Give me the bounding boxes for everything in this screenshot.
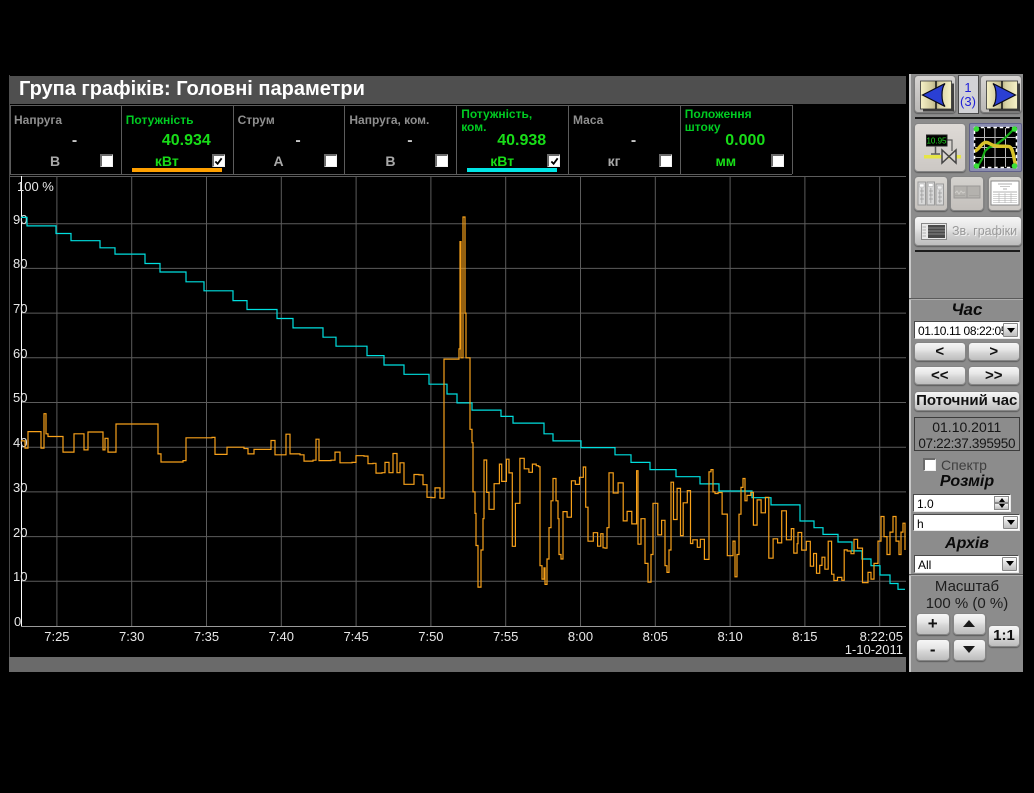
svg-text:10.95: 10.95 xyxy=(926,137,947,146)
svg-text:7:55: 7:55 xyxy=(493,629,518,644)
svg-text:7:35: 7:35 xyxy=(194,629,219,644)
svg-text:90: 90 xyxy=(13,212,27,227)
svg-text:7:45: 7:45 xyxy=(343,629,368,644)
svg-text:8:05: 8:05 xyxy=(643,629,668,644)
svg-text:1-10-2011: 1-10-2011 xyxy=(845,642,903,657)
svg-text:80: 80 xyxy=(13,256,27,271)
svg-text:8:10: 8:10 xyxy=(717,629,742,644)
svg-text:7:50: 7:50 xyxy=(418,629,443,644)
svg-text:60: 60 xyxy=(13,346,27,361)
svg-text:10: 10 xyxy=(13,569,27,584)
svg-text:30: 30 xyxy=(13,480,27,495)
svg-text:8:15: 8:15 xyxy=(792,629,817,644)
svg-text:7:40: 7:40 xyxy=(269,629,294,644)
svg-text:50: 50 xyxy=(13,390,27,405)
svg-text:8:00: 8:00 xyxy=(568,629,593,644)
svg-text:7:25: 7:25 xyxy=(44,629,69,644)
svg-text:7:30: 7:30 xyxy=(119,629,144,644)
svg-text:0: 0 xyxy=(14,614,21,629)
svg-text:20: 20 xyxy=(13,525,27,540)
svg-text:70: 70 xyxy=(13,301,27,316)
svg-text:100 %: 100 % xyxy=(17,179,54,194)
